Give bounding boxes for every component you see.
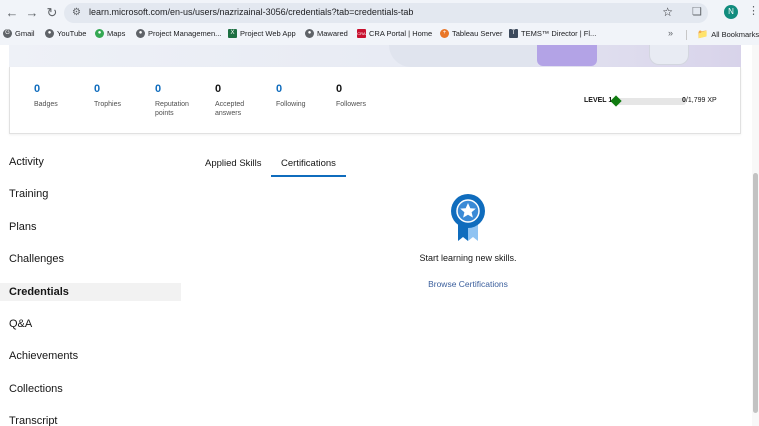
bookmark-project-management[interactable]: ● Project Managemen...: [136, 29, 221, 38]
stat-value: 0: [155, 83, 162, 95]
scrollbar-thumb[interactable]: [753, 173, 758, 413]
banner-illustration: [389, 45, 539, 67]
address-bar[interactable]: ⚙ learn.microsoft.com/en-us/users/nazriz…: [64, 3, 708, 23]
stat-reputation-points[interactable]: 0 Reputation points: [155, 83, 203, 118]
site-info-icon[interactable]: ⚙: [72, 7, 84, 19]
stat-label: Accepted answers: [215, 101, 245, 117]
sidebar-item-achievements[interactable]: Achievements: [0, 347, 181, 365]
maps-icon: ●: [95, 29, 104, 38]
back-arrow-icon[interactable]: ←: [4, 5, 20, 21]
empty-state: Start learning new skills. Browse Certif…: [400, 193, 536, 289]
globe-icon: ●: [136, 29, 145, 38]
browse-certifications-link[interactable]: Browse Certifications: [400, 279, 536, 289]
globe-icon: ●: [305, 29, 314, 38]
sidebar-item-qa[interactable]: Q&A: [0, 315, 181, 333]
stat-value: 0: [34, 83, 41, 95]
globe-icon: ●: [45, 29, 54, 38]
stat-label: Badges: [34, 101, 58, 108]
bookmarks-bar: G Gmail ● YouTube ● Maps ● Project Manag…: [0, 27, 759, 43]
tems-icon: T: [509, 29, 518, 38]
google-icon: G: [3, 29, 12, 38]
xp-readout: 0/1,799 XP: [682, 97, 717, 104]
all-bookmarks[interactable]: 📁 All Bookmarks: [697, 29, 759, 40]
profile-stats-card: 0 Badges 0 Trophies 0 Reputation points …: [9, 67, 741, 134]
stat-followers: 0 Followers: [336, 83, 396, 109]
xp-total: /1,799 XP: [685, 97, 717, 104]
stat-badges[interactable]: 0 Badges: [34, 83, 94, 109]
sidebar-item-activity[interactable]: Activity: [0, 153, 181, 171]
bookmark-tableau[interactable]: + Tableau Server: [440, 29, 502, 38]
excel-icon: X: [228, 29, 237, 38]
stat-value: 0: [336, 83, 343, 95]
forward-arrow-icon[interactable]: →: [24, 5, 40, 21]
stat-label: Following: [276, 101, 306, 108]
bookmark-star-icon[interactable]: ☆: [662, 5, 673, 19]
stat-label: Reputation points: [155, 101, 189, 117]
stat-label: Trophies: [94, 101, 121, 108]
sidebar-item-transcript[interactable]: Transcript: [0, 412, 181, 426]
cra-icon: CRA: [357, 29, 366, 38]
empty-state-message: Start learning new skills.: [419, 253, 517, 263]
more-bookmarks-icon[interactable]: »: [668, 28, 673, 38]
level-label: LEVEL 1: [584, 97, 613, 104]
bookmark-maps[interactable]: ● Maps: [95, 29, 125, 38]
sidebar-item-credentials[interactable]: Credentials: [0, 283, 181, 301]
page-scrollbar[interactable]: [752, 45, 759, 426]
banner-illustration: [649, 45, 689, 65]
level-progress-bar: [614, 98, 686, 105]
browser-chrome: ← → ↻ ⚙ learn.microsoft.com/en-us/users/…: [0, 0, 759, 45]
stat-value: 0: [94, 83, 101, 95]
stat-label: Followers: [336, 101, 366, 108]
bookmark-mawared[interactable]: ● Mawared: [305, 29, 348, 38]
bookmarks-divider: [686, 30, 687, 40]
stat-value: 0: [215, 83, 222, 95]
sidebar-item-challenges[interactable]: Challenges: [0, 250, 181, 268]
certification-badge-icon: [448, 193, 488, 243]
profile-banner: [9, 45, 741, 67]
folder-icon: 📁: [697, 29, 709, 39]
reload-icon[interactable]: ↻: [44, 5, 60, 21]
sidebar-item-training[interactable]: Training: [0, 185, 181, 203]
bookmark-gmail[interactable]: G Gmail: [3, 29, 35, 38]
bookmark-tems-director[interactable]: T TEMS™ Director | Fl...: [509, 29, 596, 38]
profile-avatar[interactable]: N: [724, 5, 738, 19]
url-text[interactable]: learn.microsoft.com/en-us/users/nazrizai…: [89, 7, 413, 17]
tab-applied-skills[interactable]: Applied Skills: [195, 155, 272, 175]
stat-trophies[interactable]: 0 Trophies: [94, 83, 154, 109]
sidebar-item-collections[interactable]: Collections: [0, 380, 181, 398]
bookmark-youtube[interactable]: ● YouTube: [45, 29, 86, 38]
stat-following[interactable]: 0 Following: [276, 83, 336, 109]
bookmark-cra-portal[interactable]: CRA CRA Portal | Home: [357, 29, 432, 38]
browser-menu-icon[interactable]: ⋮: [748, 4, 759, 17]
tableau-icon: +: [440, 29, 449, 38]
stat-accepted-answers: 0 Accepted answers: [215, 83, 257, 118]
bookmark-project-web-app[interactable]: X Project Web App: [228, 29, 296, 38]
tab-certifications[interactable]: Certifications: [271, 155, 346, 177]
extensions-icon[interactable]: ❏: [692, 5, 702, 18]
stat-value: 0: [276, 83, 283, 95]
page-content: 0 Badges 0 Trophies 0 Reputation points …: [0, 45, 759, 426]
sidebar-item-plans[interactable]: Plans: [0, 218, 181, 236]
banner-illustration: [537, 45, 597, 66]
